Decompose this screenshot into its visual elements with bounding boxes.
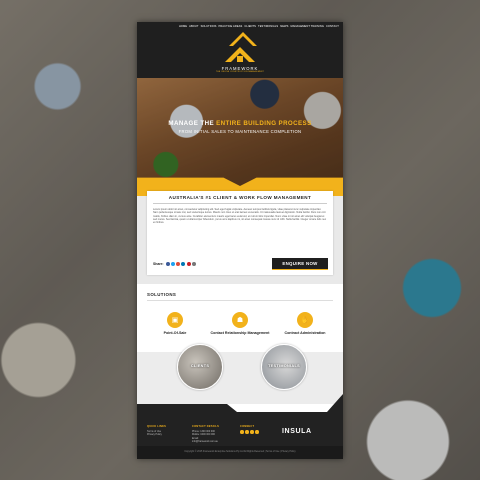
clients-bubble[interactable]: CLIENTS — [177, 344, 223, 390]
pinterest-icon[interactable] — [186, 262, 191, 266]
more-share-icon[interactable] — [191, 262, 196, 266]
solutions-divider — [147, 300, 333, 301]
solutions-title: SOLUTIONS — [147, 292, 177, 297]
handshake-icon: ✋ — [297, 312, 313, 328]
solution-crm[interactable]: ☗ Contact Relationship Management — [210, 312, 270, 336]
nav-item-testimonials[interactable]: Testimonials — [258, 25, 278, 28]
connect-icons — [240, 430, 259, 434]
site-header: Home About Solutions Practice Areas Clie… — [137, 22, 343, 78]
nav-item-clients[interactable]: Clients — [244, 25, 256, 28]
nav-item-news[interactable]: News — [280, 25, 288, 28]
website-mockup: Home About Solutions Practice Areas Clie… — [137, 22, 343, 459]
google-plus-icon[interactable] — [176, 262, 181, 266]
contact-heading: CONTACT DETAILS — [192, 425, 220, 428]
hero-title-lead: MANAGE THE — [168, 120, 214, 127]
linkedin-icon[interactable] — [181, 262, 186, 266]
copyright-bar: Copyright © 2015 Framework Enterprise So… — [137, 446, 343, 459]
people-icon: ☗ — [232, 312, 248, 328]
framework-logo[interactable]: FRAMEWORK THE ONLINE CONSTRUCTION MANAGE… — [215, 32, 265, 76]
facebook-icon[interactable] — [240, 430, 244, 434]
share-label: Share: — [153, 262, 164, 266]
footer-quick-links: QUICK LINKS Terms of Use Privacy Policy — [147, 425, 166, 437]
solution-contract-administration[interactable]: ✋ Contract Administration — [275, 312, 335, 336]
nav-item-home[interactable]: Home — [179, 25, 187, 28]
hero-title-highlight: ENTIRE BUILDING PROCESS — [216, 120, 312, 127]
nav-item-management-training[interactable]: Management Training — [290, 25, 324, 28]
solution-label: Contract Administration — [284, 331, 326, 335]
twitter-icon[interactable] — [170, 262, 175, 266]
pos-icon: ▣ — [167, 312, 183, 328]
intro-divider — [153, 203, 327, 204]
enquire-now-button[interactable]: ENQUIRE NOW — [272, 258, 328, 270]
google-plus-icon[interactable] — [255, 430, 259, 434]
nav-item-about[interactable]: About — [189, 25, 198, 28]
solution-point-of-sale[interactable]: ▣ Point-Of-Sale — [145, 312, 205, 336]
solution-label: Contact Relationship Management — [210, 331, 270, 335]
intro-card: AUSTRALIA'S #1 CLIENT & WORK FLOW MANAGE… — [147, 191, 333, 275]
testimonials-caption: TESTIMONIALS — [268, 364, 300, 368]
logo-tagline: THE ONLINE CONSTRUCTION MANAGEMENT — [216, 71, 264, 73]
nav-item-practice-areas[interactable]: Practice Areas — [218, 25, 242, 28]
connect-heading: CONNECT — [240, 425, 255, 428]
contact-email[interactable]: info@framework.com.au — [192, 440, 219, 443]
main-nav: Home About Solutions Practice Areas Clie… — [179, 25, 339, 28]
hero-subtitle: FROM INITIAL SALES TO MAINTENANCE COMPLE… — [178, 129, 302, 134]
testimonials-bubble[interactable]: TESTIMONIALS — [261, 344, 307, 390]
linkedin-icon[interactable] — [250, 430, 254, 434]
clients-testimonials-band — [137, 352, 343, 404]
footer-contact: CONTACT DETAILS Phone: 1300 000 000 Mobi… — [192, 425, 219, 444]
share-bar: Share: — [153, 262, 196, 266]
footer-link-privacy[interactable]: Privacy Policy — [147, 433, 166, 436]
quick-links-heading: QUICK LINKS — [147, 425, 167, 428]
insula-brand[interactable]: INSULA — [282, 428, 312, 435]
intro-body-text: Lorem ipsum dolor sit amet, consectetur … — [153, 208, 327, 225]
hero-banner: MANAGE THE ENTIRE BUILDING PROCESS FROM … — [137, 78, 343, 186]
logo-mark-icon — [225, 32, 257, 62]
facebook-icon[interactable] — [165, 262, 170, 266]
hero-title: MANAGE THE ENTIRE BUILDING PROCESS — [137, 120, 343, 127]
footer-connect: CONNECT — [240, 425, 259, 434]
intro-title: AUSTRALIA'S #1 CLIENT & WORK FLOW MANAGE… — [168, 195, 312, 200]
twitter-icon[interactable] — [245, 430, 249, 434]
nav-item-solutions[interactable]: Solutions — [201, 25, 217, 28]
clients-caption: CLIENTS — [190, 364, 210, 368]
nav-item-contact[interactable]: Contact — [326, 25, 339, 28]
solution-label: Point-Of-Sale — [163, 331, 187, 335]
